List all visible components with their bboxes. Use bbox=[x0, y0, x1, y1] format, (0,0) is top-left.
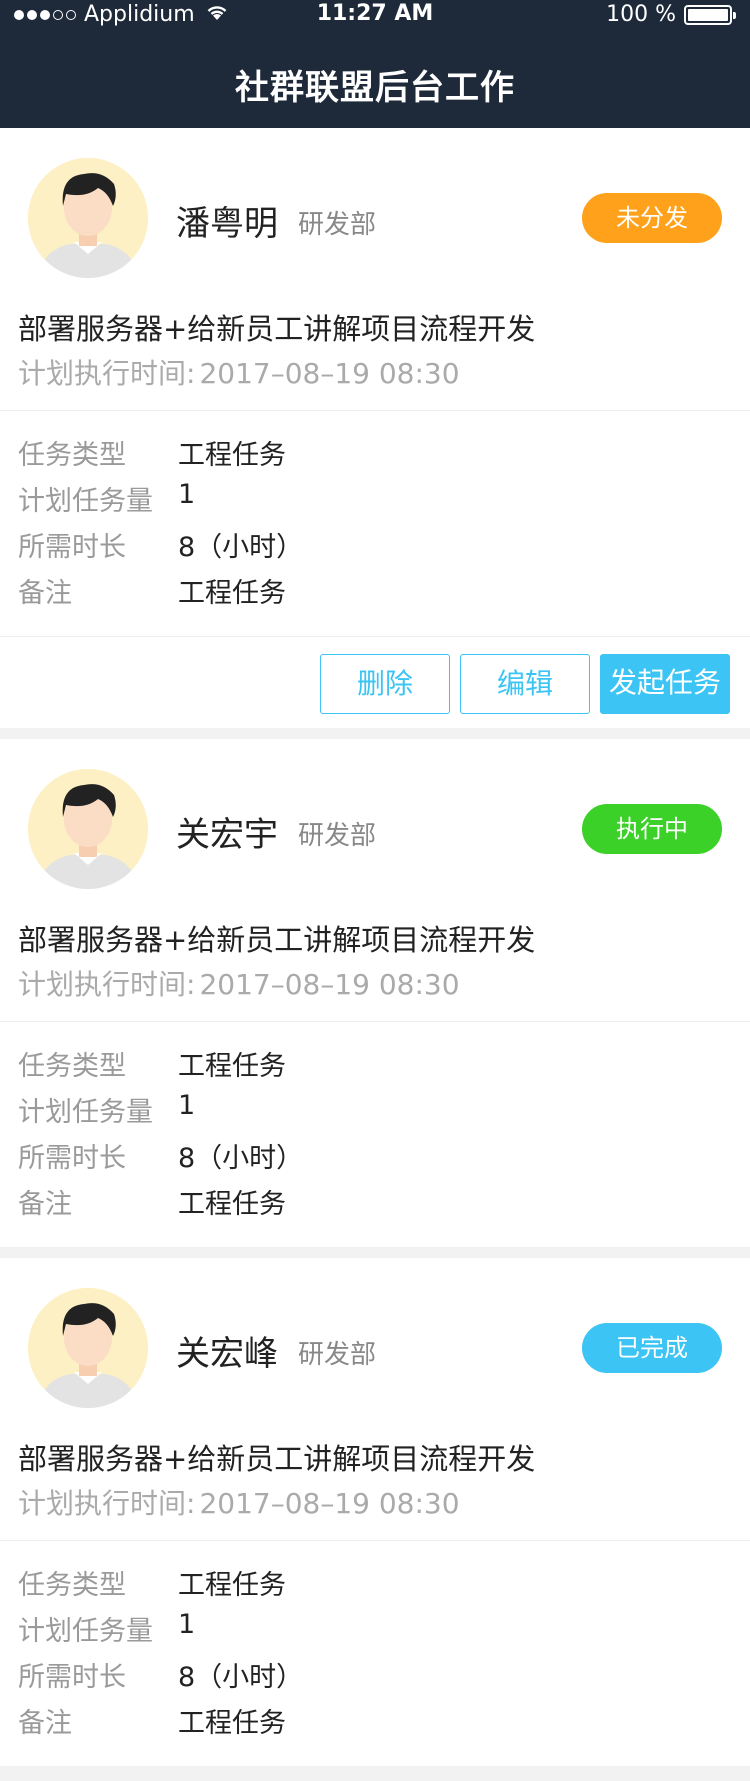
task-details: 任务类型 工程任务 计划任务量 1 所需时长 8（小时） 备注 工程任务 bbox=[0, 1541, 750, 1766]
battery-percent: 100 % bbox=[606, 2, 676, 27]
battery-icon bbox=[684, 4, 736, 25]
detail-label: 所需时长 bbox=[18, 1662, 126, 1693]
task-details: 任务类型 工程任务 计划任务量 1 所需时长 8（小时） 备注 工程任务 bbox=[0, 1022, 750, 1247]
detail-label: 备注 bbox=[18, 1189, 72, 1220]
detail-value: 8（小时） bbox=[178, 1662, 304, 1693]
detail-label: 计划任务量 bbox=[18, 1097, 153, 1128]
app-header: Applidium 11:27 AM 100 % 社群联盟后台工作 bbox=[0, 0, 750, 128]
assignee-dept: 研发部 bbox=[298, 821, 377, 851]
detail-label: 备注 bbox=[18, 1708, 72, 1739]
task-card-header: 潘粤明 研发部 未分发 部署服务器+给新员工讲解项目流程开发 计划执行时间: 20… bbox=[0, 128, 750, 411]
detail-label: 所需时长 bbox=[18, 532, 126, 563]
planned-time: 计划执行时间: 2017–08–19 08:30 bbox=[18, 1482, 460, 1522]
task-card: 关宏宇 研发部 执行中 部署服务器+给新员工讲解项目流程开发 计划执行时间: 20… bbox=[0, 739, 750, 1247]
task-card-header: 关宏宇 研发部 执行中 部署服务器+给新员工讲解项目流程开发 计划执行时间: 20… bbox=[0, 739, 750, 1022]
planned-time-value: 2017–08–19 08:30 bbox=[199, 357, 460, 390]
status-badge: 已完成 bbox=[582, 1323, 722, 1373]
detail-label: 任务类型 bbox=[18, 1570, 126, 1601]
edit-button[interactable]: 编辑 bbox=[460, 654, 590, 714]
detail-label: 备注 bbox=[18, 578, 72, 609]
avatar bbox=[28, 769, 148, 889]
task-card: 潘粤明 研发部 未分发 部署服务器+给新员工讲解项目流程开发 计划执行时间: 20… bbox=[0, 128, 750, 728]
task-details: 任务类型 工程任务 计划任务量 1 所需时长 8（小时） 备注 工程任务 bbox=[0, 411, 750, 636]
assignee-dept: 研发部 bbox=[298, 1340, 377, 1370]
detail-value: 工程任务 bbox=[178, 1708, 286, 1739]
page-title: 社群联盟后台工作 bbox=[235, 68, 515, 108]
detail-value: 工程任务 bbox=[178, 1051, 286, 1082]
planned-time-value: 2017–08–19 08:30 bbox=[199, 968, 460, 1001]
person-icon bbox=[28, 158, 148, 278]
avatar bbox=[28, 1288, 148, 1408]
planned-time-value: 2017–08–19 08:30 bbox=[199, 1487, 460, 1520]
detail-value: 工程任务 bbox=[178, 440, 286, 471]
detail-label: 任务类型 bbox=[18, 440, 126, 471]
detail-value: 1 bbox=[178, 479, 196, 510]
assignee-dept: 研发部 bbox=[298, 210, 377, 240]
detail-value: 8（小时） bbox=[178, 532, 304, 563]
task-actions: 删除 编辑 发起任务 bbox=[0, 636, 750, 728]
assignee-name: 关宏峰 bbox=[176, 1334, 278, 1374]
detail-label: 计划任务量 bbox=[18, 486, 153, 517]
status-badge: 未分发 bbox=[582, 193, 722, 243]
task-title: 部署服务器+给新员工讲解项目流程开发 bbox=[18, 923, 536, 957]
detail-label: 任务类型 bbox=[18, 1051, 126, 1082]
task-card: 关宏峰 研发部 已完成 部署服务器+给新员工讲解项目流程开发 计划执行时间: 20… bbox=[0, 1258, 750, 1766]
planned-time: 计划执行时间: 2017–08–19 08:30 bbox=[18, 963, 460, 1003]
delete-button[interactable]: 删除 bbox=[320, 654, 450, 714]
person-icon bbox=[28, 1288, 148, 1408]
detail-value: 工程任务 bbox=[178, 1189, 286, 1220]
detail-value: 8（小时） bbox=[178, 1143, 304, 1174]
status-badge: 执行中 bbox=[582, 804, 722, 854]
task-title: 部署服务器+给新员工讲解项目流程开发 bbox=[18, 312, 536, 346]
status-right: 100 % bbox=[606, 2, 736, 27]
status-bar: Applidium 11:27 AM 100 % bbox=[0, 0, 750, 30]
task-card-header: 关宏峰 研发部 已完成 部署服务器+给新员工讲解项目流程开发 计划执行时间: 20… bbox=[0, 1258, 750, 1541]
planned-time: 计划执行时间: 2017–08–19 08:30 bbox=[18, 352, 460, 392]
planned-time-label: 计划执行时间: bbox=[18, 357, 196, 390]
assignee-name: 潘粤明 bbox=[176, 204, 278, 244]
assignee-name: 关宏宇 bbox=[176, 815, 278, 855]
person-icon bbox=[28, 769, 148, 889]
detail-value: 工程任务 bbox=[178, 1570, 286, 1601]
detail-label: 计划任务量 bbox=[18, 1616, 153, 1647]
planned-time-label: 计划执行时间: bbox=[18, 1487, 196, 1520]
detail-value: 1 bbox=[178, 1090, 196, 1121]
start-task-button[interactable]: 发起任务 bbox=[600, 654, 730, 714]
avatar bbox=[28, 158, 148, 278]
task-title: 部署服务器+给新员工讲解项目流程开发 bbox=[18, 1442, 536, 1476]
detail-value: 1 bbox=[178, 1609, 196, 1640]
detail-value: 工程任务 bbox=[178, 578, 286, 609]
planned-time-label: 计划执行时间: bbox=[18, 968, 196, 1001]
detail-label: 所需时长 bbox=[18, 1143, 126, 1174]
